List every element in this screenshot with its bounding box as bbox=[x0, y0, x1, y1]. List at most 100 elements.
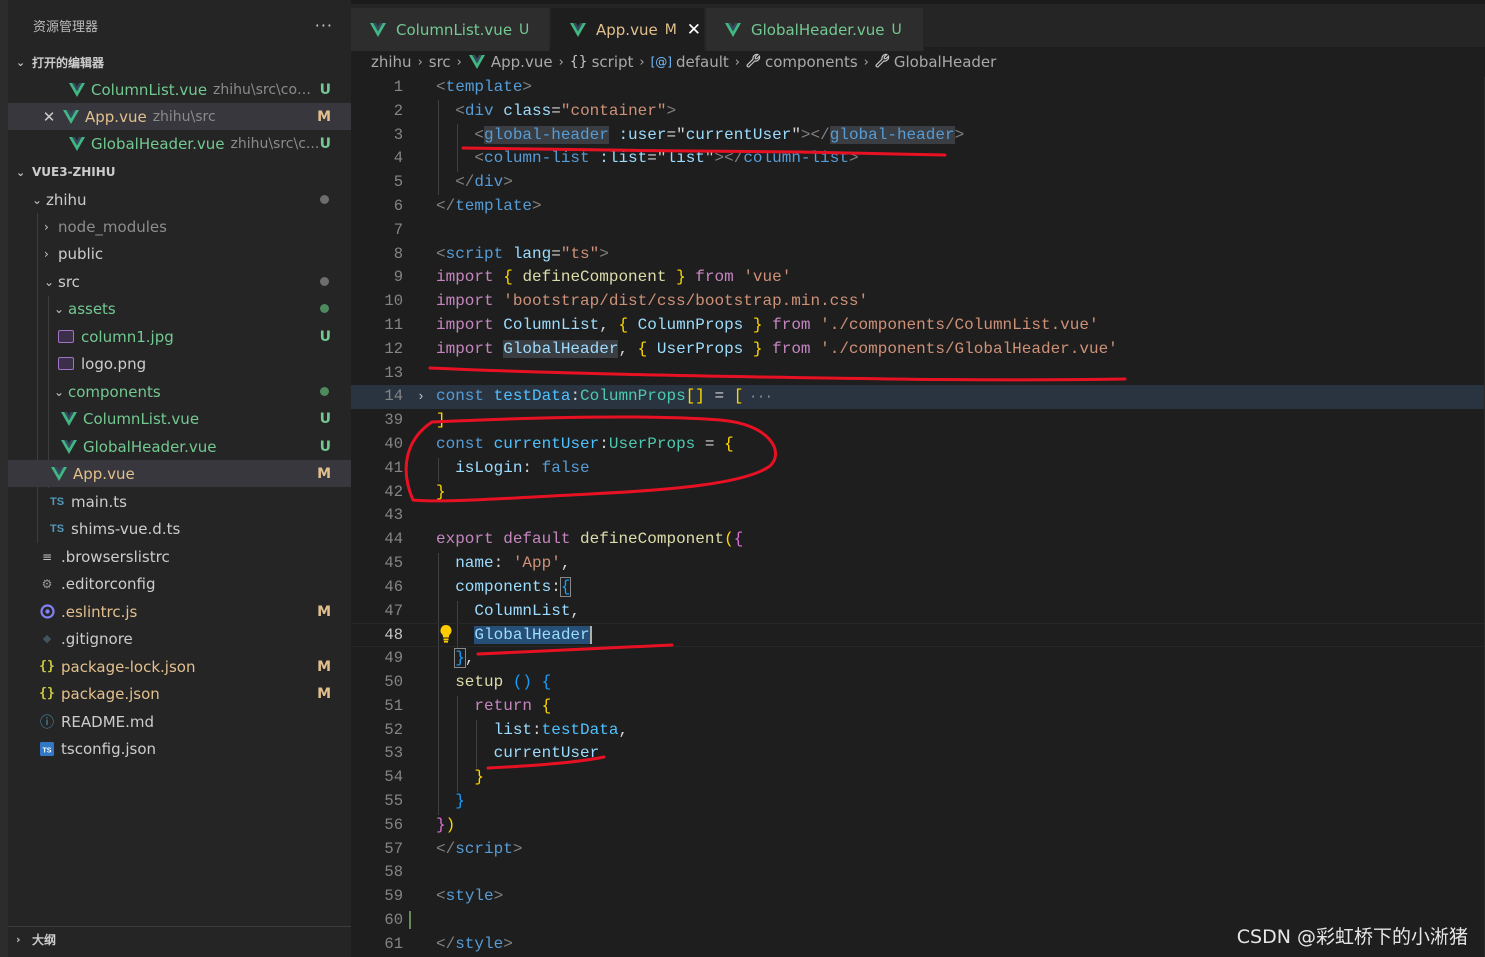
fold-chevron-right-icon[interactable]: › bbox=[417, 385, 425, 409]
line-number: 10 bbox=[384, 292, 403, 311]
tab-status: U bbox=[891, 21, 902, 38]
tree-file-columnlist[interactable]: ColumnList.vue U bbox=[8, 405, 351, 432]
outline-section-header[interactable]: › 大纲 bbox=[8, 926, 351, 952]
tree-file-column1[interactable]: column1.jpg U bbox=[8, 323, 351, 350]
code-editor[interactable]: 1 <template> 2 <div class="container"> 3 … bbox=[351, 76, 1485, 957]
line-number: 61 bbox=[384, 934, 403, 953]
tree-file-logo[interactable]: logo.png bbox=[8, 350, 351, 377]
tree-file-app-selected[interactable]: App.vue M bbox=[8, 460, 351, 487]
chevron-down-icon: ⌄ bbox=[54, 384, 65, 399]
tree-file-package[interactable]: {} package.json M bbox=[8, 680, 351, 707]
git-status-badge: U bbox=[319, 438, 331, 455]
breadcrumb-item[interactable]: zhihu bbox=[371, 53, 412, 71]
open-editors-section-header[interactable]: ⌄ 打开的编辑器 bbox=[8, 49, 351, 75]
chevron-right-icon: › bbox=[863, 54, 869, 70]
code-line: 1 <template> bbox=[351, 76, 1485, 100]
tree-file-package-lock[interactable]: {} package-lock.json M bbox=[8, 653, 351, 680]
vue-file-icon bbox=[62, 108, 80, 126]
code-text: currentUser bbox=[493, 744, 600, 763]
git-status-badge: M bbox=[317, 685, 331, 702]
vue-file-icon bbox=[60, 438, 78, 456]
open-editor-item-active[interactable]: ✕ App.vue zhihu\src M bbox=[8, 103, 351, 130]
tab-columnlist[interactable]: ColumnList.vue U bbox=[351, 8, 550, 51]
tab-globalheader[interactable]: GlobalHeader.vue U bbox=[706, 8, 924, 51]
vue-file-icon bbox=[50, 465, 68, 483]
code-line: 55 } bbox=[351, 790, 1485, 814]
tree-file-readme[interactable]: ⓘ README.md bbox=[8, 708, 351, 735]
tree-folder-public[interactable]: › public bbox=[8, 240, 351, 267]
code-line: 46 components:{ bbox=[351, 576, 1485, 600]
code-line: 43 bbox=[351, 504, 1485, 528]
line-number: 45 bbox=[384, 554, 403, 572]
tree-file-gitignore[interactable]: ◆ .gitignore bbox=[8, 625, 351, 652]
tree-item-label: assets bbox=[68, 299, 116, 318]
line-number: 51 bbox=[384, 696, 403, 715]
open-editor-name: App.vue bbox=[85, 107, 147, 126]
line-number: 4 bbox=[393, 149, 403, 168]
line-number: 49 bbox=[384, 649, 403, 668]
code-text: ] bbox=[436, 411, 446, 430]
project-section-header[interactable]: ⌄ VUE3-ZHIHU bbox=[8, 159, 351, 185]
breadcrumb-item[interactable]: script bbox=[592, 53, 634, 71]
tree-file-eslintrc[interactable]: .eslintrc.js M bbox=[8, 598, 351, 625]
git-status-badge: M bbox=[317, 658, 331, 675]
vue-file-icon bbox=[569, 21, 587, 39]
folded-ellipsis[interactable]: ··· bbox=[749, 389, 772, 404]
code-text: components:{ bbox=[455, 576, 572, 597]
code-line: 45 name: 'App', bbox=[351, 552, 1485, 576]
code-line: 57 </script> bbox=[351, 838, 1485, 862]
code-line: 49 }, bbox=[351, 647, 1485, 671]
open-editor-item[interactable]: GlobalHeader.vue zhihu\src\c... U bbox=[8, 130, 351, 157]
tree-folder-assets[interactable]: ⌄ assets bbox=[8, 295, 351, 322]
code-line: 7 bbox=[351, 219, 1485, 243]
tree-folder-src[interactable]: ⌄ src bbox=[8, 268, 351, 295]
watermark: CSDN @彩虹桥下的小淅猪 bbox=[1236, 926, 1468, 948]
code-line: 54 } bbox=[351, 766, 1485, 790]
line-number: 53 bbox=[384, 744, 403, 763]
code-text: name: 'App', bbox=[455, 554, 571, 572]
more-actions-icon[interactable]: ··· bbox=[315, 16, 333, 35]
tree-file-main-ts[interactable]: TS main.ts bbox=[8, 488, 351, 515]
breadcrumb-item[interactable]: components bbox=[765, 53, 858, 71]
git-status-badge: U bbox=[319, 328, 331, 345]
breadcrumb-item[interactable]: GlobalHeader bbox=[894, 53, 996, 71]
tree-file-browserslistrc[interactable]: ≡ .browserslistrc bbox=[8, 543, 351, 570]
vue-file-icon bbox=[68, 81, 86, 99]
line-number: 11 bbox=[384, 316, 403, 334]
close-icon[interactable]: ✕ bbox=[687, 20, 701, 40]
breadcrumb-item[interactable]: App.vue bbox=[491, 53, 553, 71]
tab-app-vue[interactable]: App.vue M ✕ bbox=[551, 8, 705, 51]
code-text: export default defineComponent({ bbox=[436, 530, 744, 549]
tree-item-label: .eslintrc.js bbox=[61, 602, 138, 621]
tree-file-shims[interactable]: TS shims-vue.d.ts bbox=[8, 515, 351, 542]
git-status-badge: U bbox=[319, 410, 331, 427]
code-text: ColumnList, bbox=[474, 601, 581, 620]
chevron-right-icon: › bbox=[44, 219, 49, 234]
code-text: const currentUser:UserProps = { bbox=[436, 435, 734, 453]
tree-folder-zhihu[interactable]: ⌄ zhihu bbox=[8, 186, 351, 213]
line-number: 47 bbox=[384, 601, 403, 620]
line-number: 56 bbox=[384, 815, 403, 834]
explorer-title: 资源管理器 bbox=[33, 19, 99, 35]
line-number: 50 bbox=[384, 673, 403, 691]
tree-folder-components[interactable]: ⌄ components bbox=[8, 378, 351, 405]
tree-folder-node-modules[interactable]: › node_modules bbox=[8, 213, 351, 240]
tree-file-globalheader[interactable]: GlobalHeader.vue U bbox=[8, 433, 351, 460]
eslint-icon bbox=[38, 603, 56, 621]
tree-file-editorconfig[interactable]: ⚙ .editorconfig bbox=[8, 570, 351, 597]
line-number: 8 bbox=[393, 244, 403, 263]
variable-icon: [@] bbox=[650, 55, 672, 69]
code-text: list:testData, bbox=[493, 720, 629, 739]
svg-text:TS: TS bbox=[43, 747, 52, 754]
tab-label: ColumnList.vue bbox=[396, 20, 513, 39]
git-status-badge: U bbox=[319, 81, 331, 98]
line-number: 13 bbox=[384, 363, 403, 382]
typescript-file-icon: TS bbox=[49, 495, 65, 508]
open-editor-item[interactable]: ColumnList.vue zhihu\src\com... U bbox=[8, 76, 351, 103]
close-icon[interactable]: ✕ bbox=[38, 108, 60, 126]
breadcrumb-item[interactable]: default bbox=[676, 53, 729, 71]
chevron-right-icon: › bbox=[456, 54, 462, 70]
tree-file-tsconfig[interactable]: TS tsconfig.json bbox=[8, 735, 351, 762]
open-editor-path: zhihu\src bbox=[152, 108, 216, 125]
breadcrumb-item[interactable]: src bbox=[429, 53, 451, 71]
